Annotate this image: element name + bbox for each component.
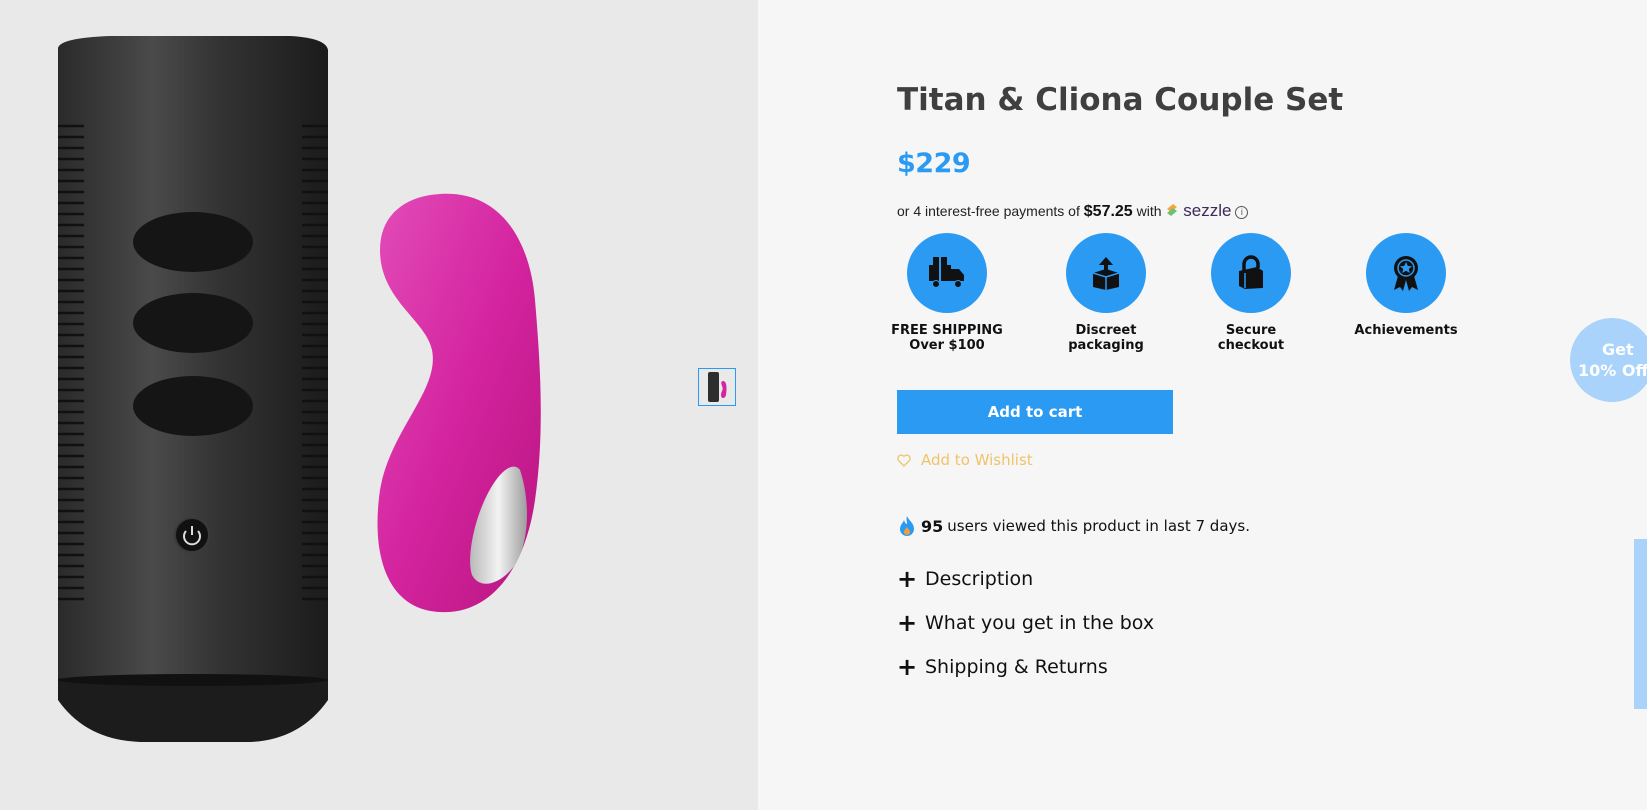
recent-viewers: 95 users viewed this product in last 7 d…	[897, 515, 1250, 537]
feature-line1: Discreet	[1075, 323, 1137, 338]
side-feedback-tab[interactable]	[1634, 539, 1647, 709]
product-gallery	[0, 0, 758, 810]
accordion-box-contents[interactable]: + What you get in the box	[897, 611, 1154, 635]
feature-line2: checkout	[1217, 338, 1285, 353]
viewers-count: 95	[921, 516, 944, 536]
fire-icon	[900, 516, 914, 536]
accordion-label: Description	[925, 568, 1034, 590]
thumbnail-image[interactable]	[698, 368, 736, 406]
viewers-text: users viewed this product in last 7 days…	[947, 517, 1250, 535]
feature-line1: Achievements	[1354, 323, 1458, 338]
product-price: $229	[897, 148, 971, 179]
sezzle-with: with	[1136, 203, 1162, 219]
add-to-wishlist-link[interactable]: Add to Wishlist	[897, 451, 1033, 469]
padlock-icon	[1211, 233, 1291, 313]
feature-line2: packaging	[1068, 338, 1144, 353]
heart-icon	[897, 453, 911, 467]
feature-line1: Secure	[1225, 323, 1277, 338]
sezzle-installments: or 4 interest-free payments of $57.25 wi…	[897, 201, 1249, 221]
sezzle-brand[interactable]: sezzle	[1183, 201, 1231, 220]
plus-icon: +	[897, 609, 918, 637]
add-to-cart-button[interactable]: Add to cart	[897, 390, 1173, 434]
feature-achievements: Achievements	[1341, 233, 1471, 338]
thumbnail-product-icon	[708, 372, 727, 402]
plus-icon: +	[897, 565, 918, 593]
sezzle-prefix: or 4 interest-free payments of	[897, 203, 1080, 219]
feature-free-shipping: FREE SHIPPING Over $100	[882, 233, 1012, 353]
plus-icon: +	[897, 653, 918, 681]
truck-gift-icon	[907, 233, 987, 313]
promo-line2: 10% Off	[1578, 361, 1647, 380]
award-badge-icon	[1366, 233, 1446, 313]
feature-discreet-packaging: Discreet packaging	[1041, 233, 1171, 353]
package-box-icon	[1066, 233, 1146, 313]
wishlist-label: Add to Wishlist	[921, 451, 1033, 469]
accordion-description[interactable]: + Description	[897, 567, 1033, 591]
product-image	[58, 36, 541, 742]
accordion-shipping-returns[interactable]: + Shipping & Returns	[897, 655, 1108, 679]
sezzle-logo-icon	[1167, 204, 1178, 216]
product-title: Titan & Cliona Couple Set	[897, 82, 1344, 118]
accordion-label: Shipping & Returns	[925, 656, 1108, 678]
sezzle-info-icon[interactable]: i	[1235, 206, 1249, 219]
feature-secure-checkout: Secure checkout	[1186, 233, 1316, 353]
sezzle-amount: $57.25	[1083, 203, 1133, 220]
discount-promo-button[interactable]: Get 10% Off	[1570, 318, 1647, 402]
promo-line1: Get	[1602, 340, 1634, 359]
accordion-label: What you get in the box	[925, 612, 1155, 634]
feature-line1: FREE SHIPPING	[891, 323, 1003, 338]
feature-line2: Over $100	[909, 338, 985, 353]
